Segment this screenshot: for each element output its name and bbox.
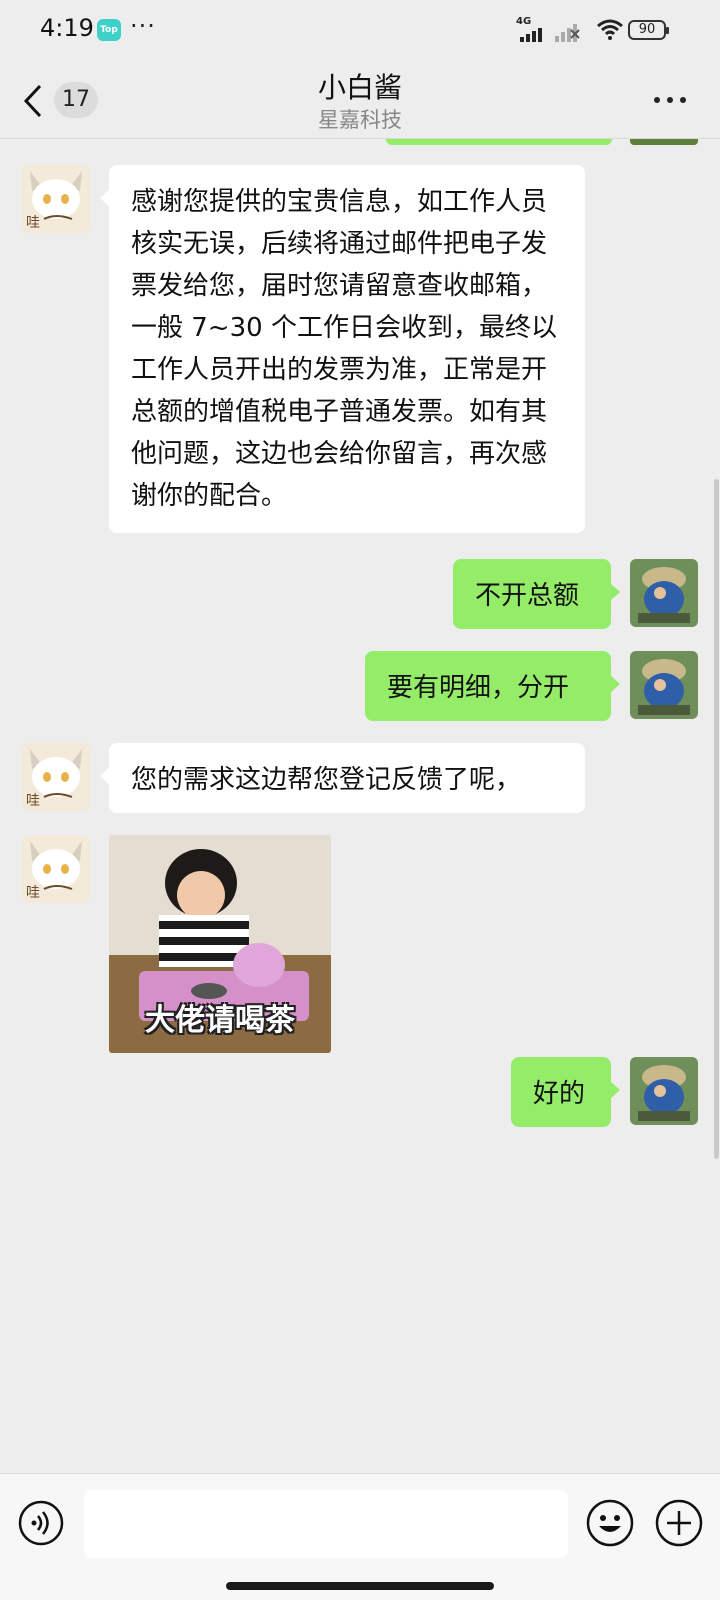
- voice-icon: [18, 1500, 64, 1546]
- more-dot: [680, 97, 686, 103]
- contact-avatar[interactable]: 哇: [22, 835, 90, 903]
- battery-indicator: 90: [628, 20, 669, 40]
- my-avatar[interactable]: [630, 651, 698, 719]
- message-text: 不开总额: [475, 581, 580, 611]
- voice-button[interactable]: [18, 1500, 64, 1546]
- app-notification-badge: Top: [97, 19, 121, 41]
- svg-text:哇: 哇: [26, 885, 40, 901]
- previous-avatar: [630, 139, 698, 145]
- message-list[interactable]: 哇 感谢您提供的宝贵信息，如工作人员核实无误，后续将通过邮件把电子发票发给您，届…: [0, 139, 720, 1473]
- message-text: 您的需求这边帮您登记反馈了呢，: [131, 765, 522, 795]
- sticker-caption: 大佬请喝茶: [145, 1003, 295, 1038]
- chevron-left-icon: [23, 84, 42, 118]
- received-message-bubble[interactable]: 感谢您提供的宝贵信息，如工作人员核实无误，后续将通过邮件把电子发票发给您，届时您…: [100, 165, 585, 533]
- scrollbar[interactable]: [714, 479, 719, 1159]
- contact-avatar[interactable]: 哇: [22, 743, 90, 811]
- wifi-icon: [597, 19, 623, 40]
- more-options-button[interactable]: [650, 88, 690, 112]
- more-dots-icon: [654, 97, 660, 103]
- warrior-avatar-icon: [630, 559, 698, 627]
- warrior-avatar-icon: [630, 1057, 698, 1125]
- cat-girl-avatar-icon: 哇: [22, 835, 90, 903]
- emoji-icon: [586, 1499, 634, 1547]
- home-indicator[interactable]: [226, 1582, 494, 1590]
- message-text: 要有明细，分开: [387, 673, 570, 703]
- svg-text:哇: 哇: [26, 215, 40, 231]
- message-text: 好的: [533, 1079, 586, 1109]
- back-button[interactable]: 17: [22, 82, 102, 122]
- sent-message-bubble[interactable]: 不开总额: [453, 559, 620, 629]
- cell-signal-icon: [520, 28, 542, 42]
- chat-title: 小白酱: [317, 71, 402, 104]
- status-more-icon: ···: [130, 12, 156, 40]
- plus-button[interactable]: [654, 1498, 704, 1548]
- status-time: 4:19: [40, 14, 94, 42]
- sent-message-bubble[interactable]: 要有明细，分开: [365, 651, 620, 721]
- received-message-bubble[interactable]: 您的需求这边帮您登记反馈了呢，: [100, 743, 585, 813]
- chat-screen: 4:19 Top ··· 4G 90 小白酱 星嘉科技 17 哇 感谢您提供的宝…: [0, 0, 720, 1600]
- status-bar: 4:19 Top ··· 4G 90: [0, 0, 720, 60]
- unread-count-badge: 17: [54, 82, 98, 118]
- chat-subtitle: 星嘉科技: [318, 108, 402, 132]
- cat-girl-avatar-icon: 哇: [22, 165, 90, 233]
- message-text: 感谢您提供的宝贵信息，如工作人员核实无误，后续将通过邮件把电子发票发给您，届时您…: [131, 187, 557, 511]
- input-bar: [0, 1473, 720, 1600]
- sent-message-bubble[interactable]: 好的: [511, 1057, 620, 1127]
- svg-text:哇: 哇: [26, 793, 40, 809]
- previous-message-bubble[interactable]: [386, 139, 612, 145]
- emoji-button[interactable]: [585, 1498, 635, 1548]
- cell-signal-2-icon: [555, 24, 580, 42]
- message-input[interactable]: [84, 1490, 568, 1558]
- network-type: 4G: [516, 16, 532, 27]
- cat-girl-avatar-icon: 哇: [22, 743, 90, 811]
- more-dot: [667, 97, 673, 103]
- contact-avatar[interactable]: 哇: [22, 165, 90, 233]
- my-avatar[interactable]: [630, 1057, 698, 1125]
- warrior-avatar-icon: [630, 651, 698, 719]
- plus-icon: [655, 1499, 703, 1547]
- my-avatar[interactable]: [630, 559, 698, 627]
- chat-header: 小白酱 星嘉科技 17: [0, 60, 720, 140]
- sticker-image[interactable]: 大佬请喝茶: [109, 835, 331, 1053]
